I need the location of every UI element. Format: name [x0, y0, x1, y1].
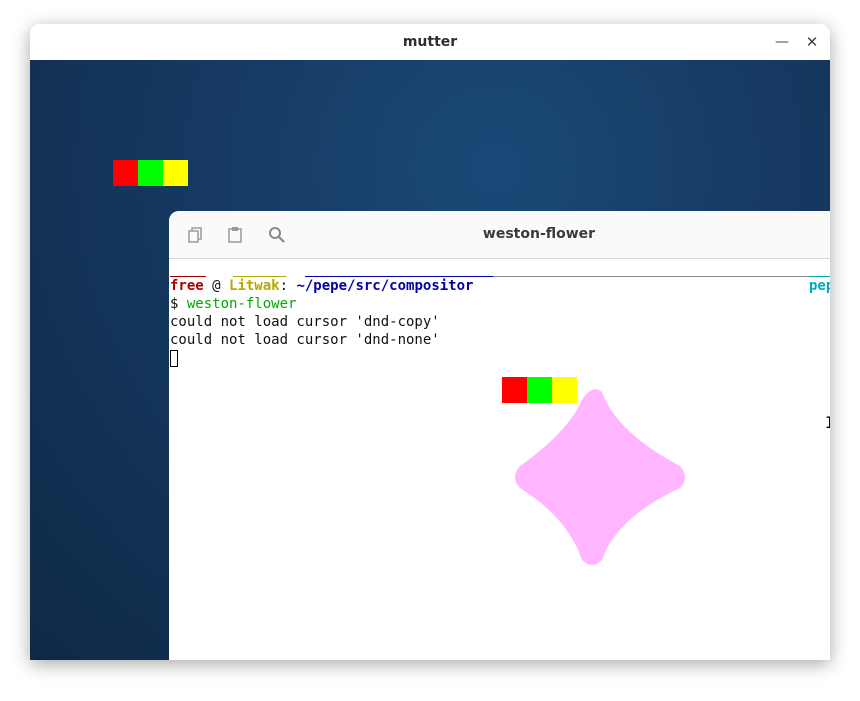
command-text: weston-flower	[186, 296, 297, 312]
output-line: could not load cursor 'dnd-none'	[170, 332, 440, 348]
desktop-color-test-strip	[113, 160, 188, 186]
weston-flower-window[interactable]	[512, 388, 692, 568]
prompt-line: free @ Litwak: ~/pepe/src/compositor	[170, 277, 473, 295]
red-swatch	[113, 160, 138, 186]
mutter-window: mutter — ✕ weston-flower free @ Litwak: …	[30, 24, 830, 660]
terminal-content[interactable]: free @ Litwak: ~/pepe/src/compositor pep…	[169, 259, 830, 660]
command-line: $ weston-flower	[170, 295, 296, 313]
terminal-title: weston-flower	[482, 226, 596, 242]
green-swatch	[138, 160, 163, 186]
terminal-window: weston-flower free @ Litwak: ~/pepe/src/…	[169, 211, 830, 660]
terminal-cursor	[170, 350, 178, 367]
prompt-right-fragment: pep	[809, 278, 830, 294]
prompt-colon: :	[279, 278, 297, 294]
flower-shape	[515, 389, 685, 565]
nested-desktop: weston-flower free @ Litwak: ~/pepe/src/…	[30, 60, 830, 660]
minimize-icon[interactable]: —	[770, 30, 794, 54]
yellow-swatch	[163, 160, 188, 186]
output-line: could not load cursor 'dnd-copy'	[170, 314, 440, 330]
command-prompt-symbol: $	[170, 296, 187, 312]
close-icon[interactable]: ✕	[800, 30, 824, 54]
prompt-path: ~/pepe/src/compositor	[296, 278, 474, 294]
terminal-headerbar[interactable]: weston-flower	[169, 211, 830, 259]
prompt-at: @	[203, 278, 230, 294]
prompt-fill-rule	[493, 276, 809, 277]
mutter-titlebar[interactable]: mutter — ✕	[30, 24, 830, 61]
prompt-user: free	[170, 278, 204, 294]
mutter-window-title: mutter	[402, 34, 458, 50]
text-ibeam-cursor-icon: I	[825, 413, 830, 432]
prompt-host: Litwak	[229, 278, 280, 294]
